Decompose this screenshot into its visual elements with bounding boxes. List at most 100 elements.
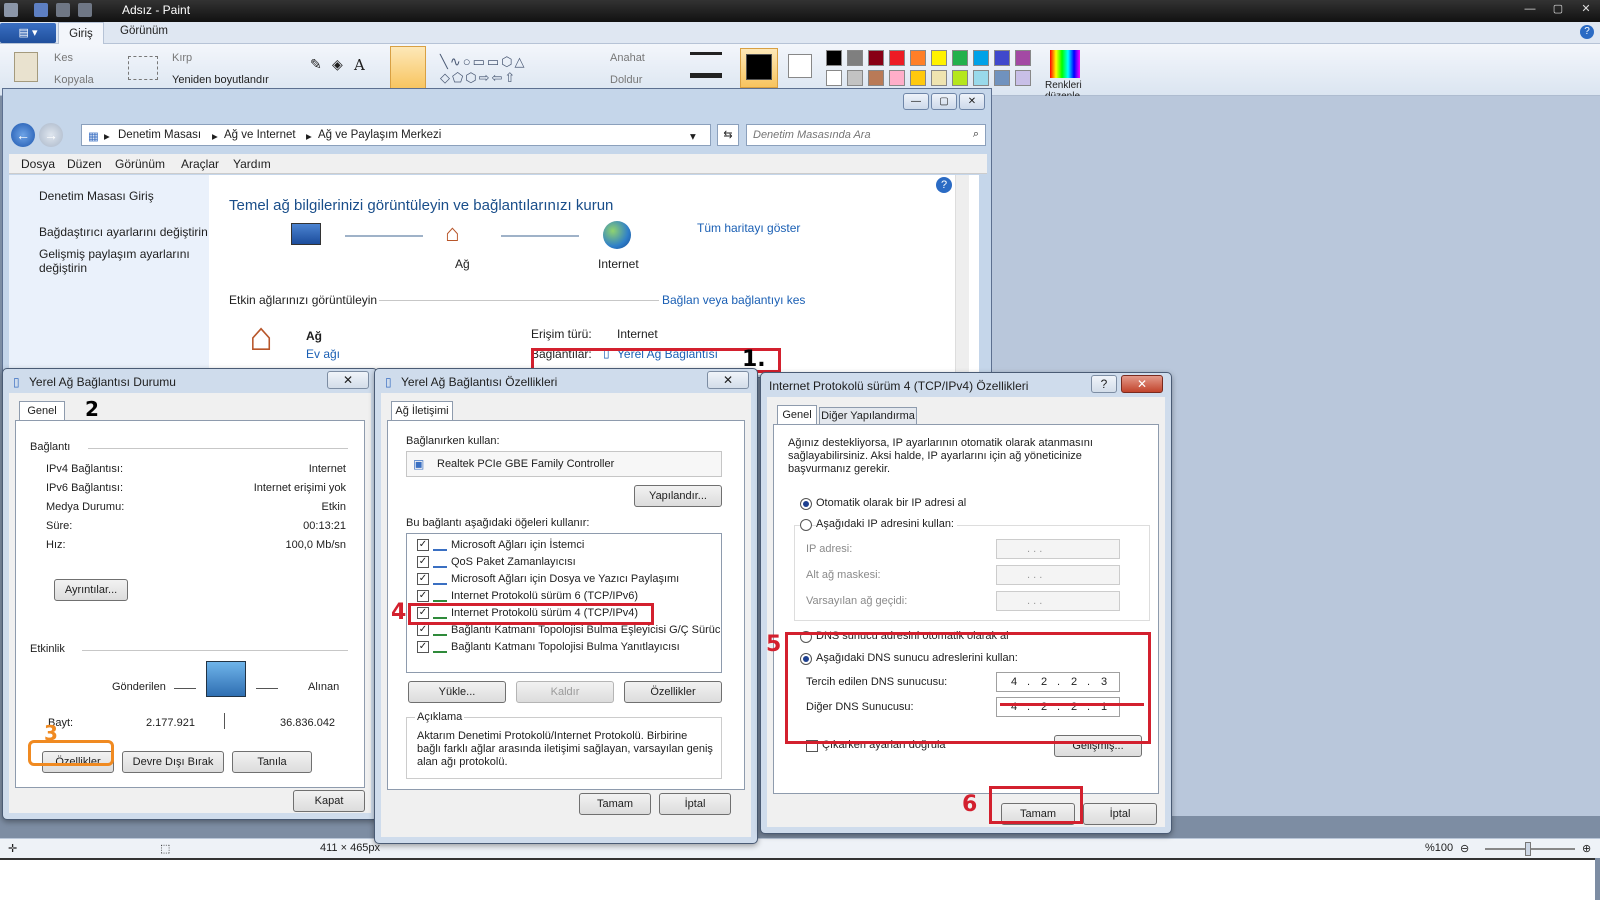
connect-link[interactable]: Bağlan veya bağlantıyı kes: [662, 293, 805, 307]
full-map-link[interactable]: Tüm haritayı göster: [697, 221, 800, 235]
sidebar-item-adapter[interactable]: Bağdaştırıcı ayarlarını değiştirin: [39, 225, 208, 239]
configure-button[interactable]: Yapılandır...: [634, 485, 722, 507]
copy-button[interactable]: Kopyala: [54, 74, 94, 86]
forward-button[interactable]: →: [39, 123, 63, 147]
list-item[interactable]: ✓ Microsoft Ağları için Dosya ve Yazıcı P…: [417, 572, 717, 588]
ipv4-cancel-button[interactable]: İptal: [1083, 803, 1157, 825]
palette-swatch[interactable]: [889, 70, 905, 86]
zoom-out-button[interactable]: ⊖: [1460, 842, 1469, 855]
redo-icon[interactable]: [78, 3, 92, 17]
search-icon[interactable]: ⌕: [973, 128, 979, 141]
item-properties-button[interactable]: Özellikler: [624, 681, 722, 703]
cp-maximize-button[interactable]: ▢: [931, 93, 957, 110]
breadcrumb-denetim-masasi[interactable]: Denetim Masası: [118, 129, 201, 141]
cp-scrollbar[interactable]: [955, 175, 969, 375]
auto-ip-radio[interactable]: [800, 498, 812, 510]
item-checkbox[interactable]: ✓: [417, 590, 429, 602]
crop-button[interactable]: Kırp: [172, 52, 192, 64]
item-checkbox[interactable]: ✓: [417, 624, 429, 636]
ipv4-help-button[interactable]: ?: [1091, 375, 1117, 393]
address-bar[interactable]: ▦ ▸ Denetim Masası ▸ Ağ ve Internet ▸ Ağ…: [81, 124, 711, 146]
menu-yardim[interactable]: Yardım: [233, 157, 271, 171]
details-button[interactable]: Ayrıntılar...: [54, 579, 128, 601]
fill-icon[interactable]: ◈: [332, 56, 343, 73]
item-checkbox[interactable]: ✓: [417, 539, 429, 551]
list-item[interactable]: ✓ Bağlantı Katmanı Topolojisi Bulma Eşley…: [417, 623, 721, 639]
palette-swatch[interactable]: [994, 50, 1010, 66]
palette-swatch[interactable]: [868, 70, 884, 86]
palette-swatch[interactable]: [952, 50, 968, 66]
tab-diger-yapilandirma[interactable]: Diğer Yapılandırma: [819, 407, 917, 425]
list-item[interactable]: ✓ Bağlantı Katmanı Topolojisi Bulma Yanıt…: [417, 640, 717, 656]
disable-button[interactable]: Devre Dışı Bırak: [122, 751, 224, 773]
pencil-icon[interactable]: ✎: [310, 56, 322, 73]
tab-genel[interactable]: Genel: [19, 401, 65, 421]
network-type-link[interactable]: Ev ağı: [306, 347, 340, 361]
cut-button[interactable]: Kes: [54, 52, 73, 64]
cp-close-button[interactable]: ✕: [959, 93, 985, 110]
props-ok-button[interactable]: Tamam: [579, 793, 651, 815]
props-cancel-button[interactable]: İptal: [659, 793, 731, 815]
zoom-in-button[interactable]: ⊕: [1582, 842, 1591, 855]
menu-araclar[interactable]: Araçlar: [181, 157, 219, 171]
palette-swatch[interactable]: [847, 70, 863, 86]
palette-swatch[interactable]: [910, 50, 926, 66]
refresh-button[interactable]: ⇆: [717, 124, 739, 146]
palette-swatch[interactable]: [973, 50, 989, 66]
select-icon[interactable]: [128, 56, 158, 80]
search-box[interactable]: ⌕: [746, 124, 986, 146]
menu-dosya[interactable]: Dosya: [21, 157, 55, 171]
palette-swatch[interactable]: [973, 70, 989, 86]
breadcrumb-ag-ve-paylasim[interactable]: Ağ ve Paylaşım Merkezi: [318, 129, 441, 141]
list-item[interactable]: ✓ Microsoft Ağları için İstemci: [417, 538, 717, 554]
help-icon[interactable]: ?: [1580, 25, 1594, 39]
palette-swatch[interactable]: [952, 70, 968, 86]
undo-icon[interactable]: [56, 3, 70, 17]
color2-button[interactable]: [788, 54, 812, 78]
tab-ag-iletisimi[interactable]: Ağ İletişimi: [391, 401, 453, 421]
install-button[interactable]: Yükle...: [408, 681, 506, 703]
palette-swatch[interactable]: [826, 70, 842, 86]
item-checkbox[interactable]: ✓: [417, 556, 429, 568]
shapes-gallery[interactable]: ╲∿○▭▭⬡△ ◇⬠⬡⇨⇦⇧: [440, 54, 580, 85]
back-button[interactable]: ←: [11, 123, 35, 147]
auto-ip-label[interactable]: Otomatik olarak bir IP adresi al: [816, 497, 966, 509]
menu-duzen[interactable]: Düzen: [67, 157, 102, 171]
list-item[interactable]: ✓ QoS Paket Zamanlayıcısı: [417, 555, 717, 571]
brush-icon[interactable]: [390, 46, 426, 90]
tab-giris[interactable]: Giriş: [58, 22, 104, 44]
palette-swatch[interactable]: [868, 50, 884, 66]
cp-minimize-button[interactable]: —: [903, 93, 929, 110]
minimize-button[interactable]: —: [1516, 0, 1544, 18]
palette-swatch[interactable]: [931, 50, 947, 66]
manual-ip-radio[interactable]: [800, 519, 812, 531]
close-button[interactable]: ✕: [1572, 0, 1600, 18]
palette-swatch[interactable]: [1015, 50, 1031, 66]
manual-ip-label[interactable]: Aşağıdaki IP adresini kullan:: [816, 518, 957, 530]
fill-button[interactable]: Doldur: [610, 74, 642, 86]
outline-button[interactable]: Anahat: [610, 52, 645, 64]
properties-close-x[interactable]: ✕: [707, 371, 749, 389]
item-checkbox[interactable]: ✓: [417, 641, 429, 653]
palette-swatch[interactable]: [826, 50, 842, 66]
palette-swatch[interactable]: [910, 70, 926, 86]
search-input[interactable]: [747, 125, 957, 145]
ipv4-close-x[interactable]: ✕: [1121, 375, 1163, 393]
sidebar-item-sharing[interactable]: Gelişmiş paylaşım ayarlarını değiştirin: [39, 247, 199, 275]
resize-button[interactable]: Yeniden boyutlandır: [172, 74, 269, 86]
palette-swatch[interactable]: [931, 70, 947, 86]
edit-colors-icon[interactable]: [1050, 50, 1080, 78]
size-icon[interactable]: [690, 52, 722, 78]
text-icon[interactable]: A: [354, 56, 365, 74]
status-close-x[interactable]: ✕: [327, 371, 369, 389]
breadcrumb-ag-ve-internet[interactable]: Ağ ve Internet: [224, 129, 296, 141]
menu-gorunum[interactable]: Görünüm: [115, 157, 165, 171]
zoom-slider[interactable]: [1485, 842, 1575, 856]
tab-ipv4-genel[interactable]: Genel: [777, 405, 817, 425]
palette-swatch[interactable]: [847, 50, 863, 66]
diagnose-button[interactable]: Tanıla: [232, 751, 312, 773]
paint-canvas[interactable]: [0, 858, 1595, 900]
save-icon[interactable]: [34, 3, 48, 17]
tab-gorunum[interactable]: Görünüm: [120, 25, 168, 37]
maximize-button[interactable]: ▢: [1544, 0, 1572, 18]
